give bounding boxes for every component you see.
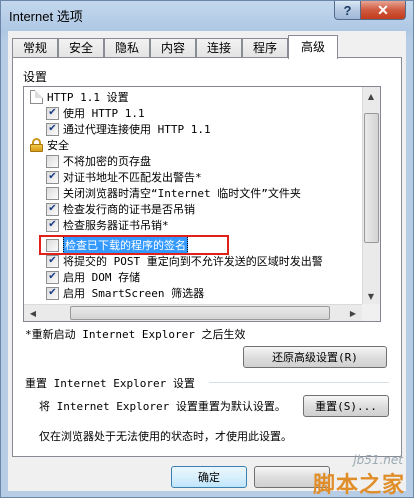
vertical-scrollbar[interactable]: ▲ ▼ [362,87,380,305]
watermark-logo: jb51.net 脚本之家 [251,453,411,498]
checkbox-checked-icon[interactable]: ✔ [46,218,59,232]
tree-item-label: 启用 DOM 存储 [63,271,141,284]
tree-item-checkbox[interactable]: 关闭浏览器时清空“Internet 临时文件”文件夹 [46,185,301,201]
tree-item-security-folder: 安全 [30,137,69,153]
checkbox-unchecked-icon[interactable] [46,238,59,252]
checkbox-unchecked-icon[interactable] [46,186,59,200]
ok-button[interactable]: 确定 [171,466,247,488]
tab-programs[interactable]: 程序 [242,38,288,58]
tree-item-label: 通过代理连接使用 HTTP 1.1 [63,123,211,136]
help-icon: ? [343,2,352,18]
tree-item-checkbox[interactable]: ✔ 通过代理连接使用 HTTP 1.1 [46,121,211,137]
checkbox-checked-icon[interactable]: ✔ [46,254,59,268]
tree-item-checkbox-selected[interactable]: 检查已下载的程序的签名 [46,236,188,254]
tree-item-checkbox[interactable]: ✔ 启用 DOM 存储 [46,269,140,285]
title-bar: Internet 选项 ? ✕ [1,1,413,27]
reset-description: 将 Internet Explorer 设置重置为默认设置。 [39,400,286,413]
horizontal-scrollbar[interactable]: ◀ ▶ [24,304,362,321]
tree-item-label: 安全 [47,139,69,152]
tree-item-checkbox[interactable]: ✔ 启用 SmartScreen 筛选器 [46,285,204,301]
checkbox-checked-icon[interactable]: ✔ [46,286,59,300]
dialog-window: Internet 选项 ? ✕ 常规 安全 隐私 内容 连接 程序 高级 设置 … [0,0,414,498]
horizontal-scroll-thumb[interactable] [70,306,330,320]
lock-icon [30,138,43,152]
folder-icon [30,90,43,104]
scroll-down-icon[interactable]: ▼ [363,288,379,304]
tree-item-label: 将提交的 POST 重定向到不允许发送的区域时发出警 [63,255,323,268]
group-divider [209,382,389,383]
tab-advanced[interactable]: 高级 [288,35,338,59]
settings-tree-items: HTTP 1.1 设置 ✔ 使用 HTTP 1.1 ✔ 通过代理连接使用 HTT… [24,87,362,305]
tree-item-checkbox[interactable]: ✔ 将提交的 POST 重定向到不允许发送的区域时发出警 [46,253,323,269]
scroll-up-icon[interactable]: ▲ [363,88,379,104]
advanced-tab-panel: 设置 HTTP 1.1 设置 ✔ 使用 HTTP 1.1 ✔ 通过代理连接使用 … [12,57,402,457]
reset-group-title: 重置 Internet Explorer 设置 [25,377,195,390]
tree-item-label: 使用 HTTP 1.1 [63,107,145,120]
close-button[interactable]: ✕ [360,1,406,20]
tree-item-label: 启用 SmartScreen 筛选器 [63,287,205,300]
watermark-url: jb51.net [353,453,403,467]
reset-note: 仅在浏览器处于无法使用的状态时，才使用此设置。 [39,430,292,443]
checkbox-unchecked-icon[interactable] [46,154,59,168]
help-button[interactable]: ? [334,1,361,20]
close-icon: ✕ [377,1,389,18]
reset-button[interactable]: 重置(S)... [303,395,389,417]
checkbox-checked-icon[interactable]: ✔ [46,170,59,184]
tree-item-label: HTTP 1.1 设置 [47,91,129,104]
tree-item-checkbox[interactable]: ✔ 对证书地址不匹配发出警告* [46,169,202,185]
tree-item-label: 不将加密的页存盘 [63,155,151,168]
tree-item-label: 检查服务器证书吊销* [63,219,169,232]
tree-item-label: 关闭浏览器时清空“Internet 临时文件”文件夹 [63,187,301,200]
scroll-corner [362,304,380,321]
tree-item-label: 检查发行商的证书是否吊销 [63,203,195,216]
watermark-brand: 脚本之家 [312,473,405,498]
tab-connections[interactable]: 连接 [196,38,242,58]
tab-content[interactable]: 内容 [150,38,196,58]
scroll-left-icon[interactable]: ◀ [25,305,41,321]
scroll-right-icon[interactable]: ▶ [345,305,361,321]
checkbox-checked-icon[interactable]: ✔ [46,122,59,136]
vertical-scroll-thumb[interactable] [364,113,379,243]
restart-note: *重新启动 Internet Explorer 之后生效 [25,328,246,341]
tree-item-label: 检查已下载的程序的签名 [63,236,188,254]
checkbox-checked-icon[interactable]: ✔ [46,270,59,284]
dialog-client: 常规 安全 隐私 内容 连接 程序 高级 设置 HTTP 1.1 设置 ✔ 使用… [8,31,406,491]
settings-tree[interactable]: HTTP 1.1 设置 ✔ 使用 HTTP 1.1 ✔ 通过代理连接使用 HTT… [23,86,381,322]
window-title: Internet 选项 [9,9,83,24]
tree-item-checkbox[interactable]: 不将加密的页存盘 [46,153,151,169]
tab-security[interactable]: 安全 [58,38,104,58]
checkbox-checked-icon[interactable]: ✔ [46,202,59,216]
tree-item-http11-folder: HTTP 1.1 设置 [30,89,129,105]
tab-general[interactable]: 常规 [12,38,58,58]
tree-item-label: 对证书地址不匹配发出警告* [63,171,202,184]
tree-item-checkbox[interactable]: ✔ 使用 HTTP 1.1 [46,105,145,121]
checkbox-checked-icon[interactable]: ✔ [46,106,59,120]
tree-item-checkbox[interactable]: ✔ 检查发行商的证书是否吊销 [46,201,195,217]
settings-label: 设置 [23,70,48,84]
tab-privacy[interactable]: 隐私 [104,38,150,58]
tree-item-checkbox[interactable]: ✔ 检查服务器证书吊销* [46,217,169,233]
restore-advanced-settings-button[interactable]: 还原高级设置(R) [243,346,387,368]
